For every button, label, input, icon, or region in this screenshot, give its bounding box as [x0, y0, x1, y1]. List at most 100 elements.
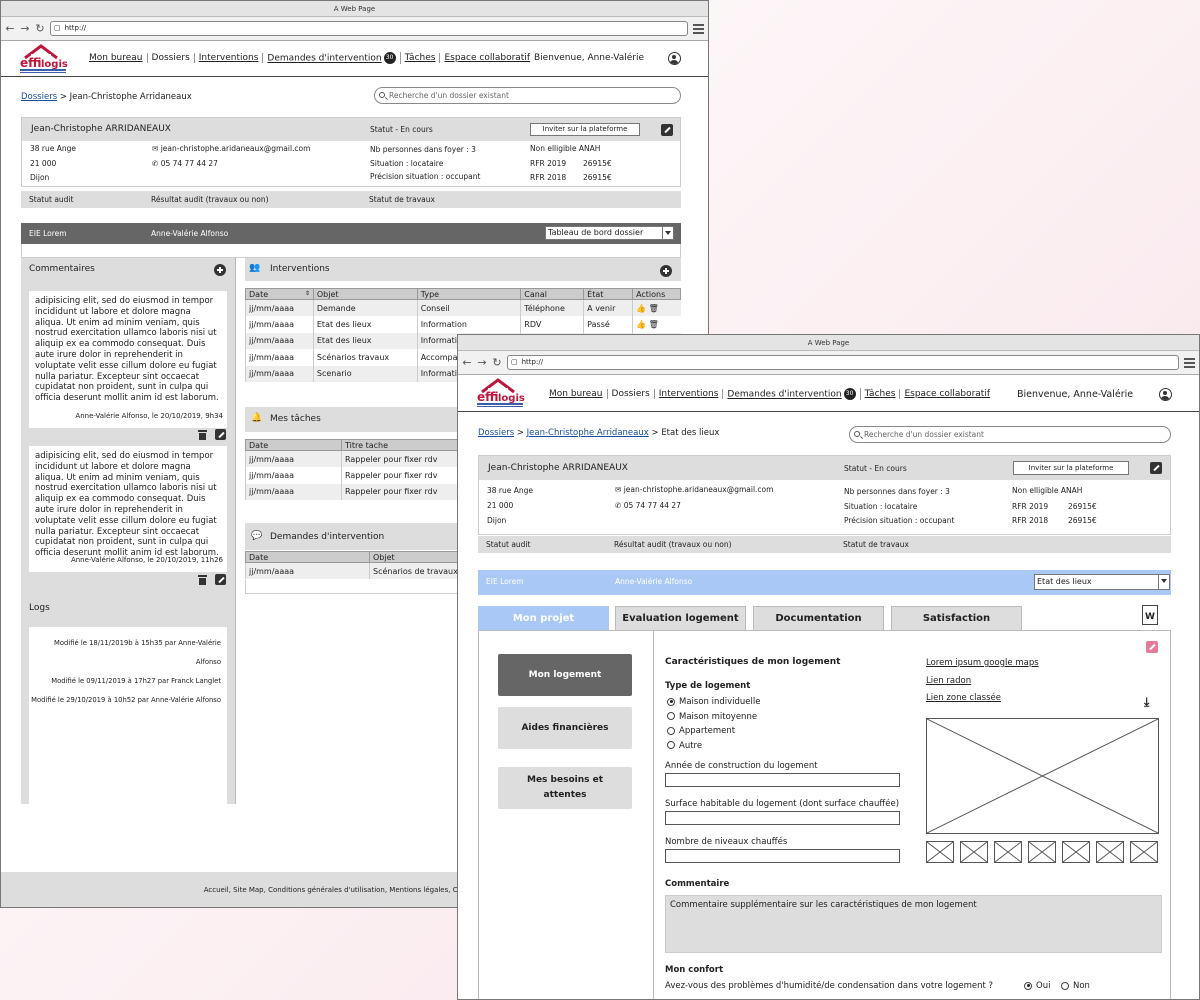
- client-card: Jean-Christophe ARRIDANEAUX Statut - En …: [478, 455, 1171, 535]
- welcome-text: Bienvenue, Anne-Valérie: [534, 53, 645, 63]
- breadcrumb-dossiers-link[interactable]: Dossiers: [478, 428, 514, 438]
- humidity-question: Avez-vous des problèmes d'humidité/de co…: [665, 981, 994, 991]
- side-mon-logement[interactable]: Mon logement: [498, 654, 632, 696]
- col-etat: État: [583, 288, 634, 300]
- thumbnail-placeholder[interactable]: [960, 841, 988, 863]
- tab-satisfaction[interactable]: Satisfaction: [891, 606, 1022, 630]
- breadcrumb-client-link[interactable]: Jean-Christophe Arridaneaux: [527, 428, 649, 438]
- hamburger-menu-icon[interactable]: [1184, 357, 1195, 368]
- radio-oui[interactable]: Oui: [1024, 981, 1050, 991]
- breadcrumb-dossiers-link[interactable]: Dossiers: [21, 92, 57, 102]
- back-arrow-icon[interactable]: ←: [5, 22, 15, 35]
- thumbnail-placeholder[interactable]: [994, 841, 1022, 863]
- side-besoins-attentes[interactable]: Mes besoins et attentes: [498, 767, 632, 809]
- menu-item-demandes[interactable]: Demandes d'intervention 30: [723, 388, 861, 400]
- construction-year-input[interactable]: [665, 773, 900, 787]
- menu-item-dossiers[interactable]: Dossiers: [148, 53, 195, 63]
- surface-input[interactable]: [665, 811, 900, 825]
- radio-appartement[interactable]: Appartement: [667, 724, 761, 739]
- reload-icon[interactable]: ↻: [35, 22, 45, 35]
- thumbnail-placeholder[interactable]: [1028, 841, 1056, 863]
- edit-pencil-icon[interactable]: [1146, 641, 1158, 653]
- back-arrow-icon[interactable]: ←: [462, 356, 472, 369]
- radio-autre[interactable]: Autre: [667, 739, 761, 754]
- radio-maison-individuelle[interactable]: Maison individuelle: [667, 695, 761, 710]
- edit-icon[interactable]: [661, 124, 673, 136]
- anah-eligibility: Non elligible ANAH: [530, 144, 601, 153]
- search-input[interactable]: Recherche d'un dossier existant: [374, 87, 681, 104]
- invite-button[interactable]: Inviter sur la plateforme: [1013, 461, 1129, 475]
- eie-name: EIE Lorem: [29, 229, 67, 238]
- forward-arrow-icon[interactable]: →: [20, 22, 30, 35]
- hamburger-menu-icon[interactable]: [693, 23, 704, 34]
- tab-evaluation-logement[interactable]: Evaluation logement: [615, 606, 746, 630]
- comments-title: Commentaires: [29, 264, 95, 274]
- effilogis-logo[interactable]: effi logis: [476, 378, 526, 408]
- radon-link[interactable]: Lien radon: [926, 676, 971, 686]
- thumbnail-placeholder[interactable]: [1062, 841, 1090, 863]
- page-select[interactable]: Etat des lieux: [1034, 574, 1170, 590]
- thumbs-up-icon[interactable]: 👍: [636, 320, 646, 329]
- svg-text:logis: logis: [498, 393, 525, 404]
- effilogis-logo[interactable]: effi logis: [19, 44, 69, 74]
- trash-icon[interactable]: 🗑: [649, 320, 659, 329]
- radio-non[interactable]: Non: [1061, 981, 1090, 991]
- content-divider: [653, 630, 654, 999]
- tab-documentation[interactable]: Documentation: [753, 606, 884, 630]
- trash-icon[interactable]: [198, 575, 207, 585]
- thumbnail-placeholder[interactable]: [1130, 841, 1158, 863]
- side-aides-financieres[interactable]: Aides financières: [498, 707, 632, 749]
- edit-comment-icon[interactable]: [215, 429, 226, 440]
- col-date[interactable]: Date ⇕: [245, 288, 314, 300]
- rfr-2019-value: 26915€: [583, 159, 612, 168]
- search-input[interactable]: Recherche d'un dossier existant: [849, 426, 1171, 443]
- menu-item-taches[interactable]: Tâches: [861, 389, 901, 399]
- menu-item-dossiers[interactable]: Dossiers: [608, 389, 655, 399]
- client-email[interactable]: jean-christophe.aridaneaux@gmail.com: [624, 485, 774, 494]
- table-row[interactable]: jj/mm/aaaa Etat des lieux Information RDV Pa…: [245, 316, 681, 333]
- reload-icon[interactable]: ↻: [492, 356, 502, 369]
- radio-maison-mitoyenne[interactable]: Maison mitoyenne: [667, 710, 761, 725]
- menu-item-taches[interactable]: Tâches: [401, 53, 441, 63]
- forward-arrow-icon[interactable]: →: [477, 356, 487, 369]
- breadcrumb-current: Etat des lieux: [661, 428, 720, 438]
- menu-item-mon-bureau[interactable]: Mon bureau: [549, 389, 608, 399]
- trash-icon[interactable]: 🗑: [649, 304, 659, 313]
- dashboard-select[interactable]: Tableau de bord dossier: [545, 226, 674, 240]
- menu-item-interventions[interactable]: Interventions: [655, 389, 724, 399]
- table-header-row: Date ⇕ Objet Type Canal État Actions: [245, 288, 681, 300]
- invite-button[interactable]: Inviter sur la plateforme: [530, 123, 640, 136]
- menu-item-demandes[interactable]: Demandes d'intervention 30: [263, 52, 401, 64]
- edit-icon[interactable]: [1150, 462, 1162, 474]
- thumbnail-placeholder[interactable]: [1096, 841, 1124, 863]
- audit-status-bar: Statut audit Résultat audit (travaux ou …: [478, 536, 1171, 553]
- table-row[interactable]: jj/mm/aaaa Demande Conseil Téléphone A venir…: [245, 299, 681, 316]
- edit-comment-icon[interactable]: [215, 574, 226, 585]
- client-email[interactable]: jean-christophe.aridaneaux@gmail.com: [161, 144, 311, 153]
- url-field[interactable]: ▢ http://: [507, 355, 1179, 370]
- download-icon[interactable]: ⤓: [1144, 695, 1149, 710]
- user-avatar-icon[interactable]: [1159, 388, 1172, 401]
- url-field[interactable]: ▢ http://: [50, 21, 688, 36]
- comment-textarea[interactable]: Commentaire supplémentaire sur les carac…: [665, 895, 1162, 953]
- thumbnail-placeholder[interactable]: [926, 841, 954, 863]
- add-comment-icon[interactable]: [214, 264, 226, 276]
- menu-item-espace-collaboratif[interactable]: Espace collaboratif: [440, 53, 534, 63]
- tab-mon-projet[interactable]: Mon projet: [478, 606, 609, 630]
- col-actions: Actions: [632, 288, 681, 300]
- word-export-icon[interactable]: W: [1142, 605, 1158, 625]
- user-avatar-icon[interactable]: [668, 52, 681, 65]
- menu-item-mon-bureau[interactable]: Mon bureau: [89, 53, 148, 63]
- menu-item-interventions[interactable]: Interventions: [195, 53, 264, 63]
- window-title: A Web Page: [1, 1, 708, 17]
- levels-input[interactable]: [665, 849, 900, 863]
- trash-icon[interactable]: [198, 430, 207, 440]
- zone-classee-link[interactable]: Lien zone classée: [926, 693, 1001, 703]
- envelope-icon: ✉: [615, 485, 622, 494]
- menu-item-espace-collaboratif[interactable]: Espace collaboratif: [900, 389, 994, 399]
- add-intervention-icon[interactable]: [660, 265, 672, 277]
- google-maps-link[interactable]: Lorem ipsum google maps: [926, 658, 1039, 668]
- thumbs-up-icon[interactable]: 👍: [636, 304, 646, 313]
- address-street: 38 rue Ange: [30, 144, 77, 153]
- client-status: Statut - En cours: [844, 464, 907, 473]
